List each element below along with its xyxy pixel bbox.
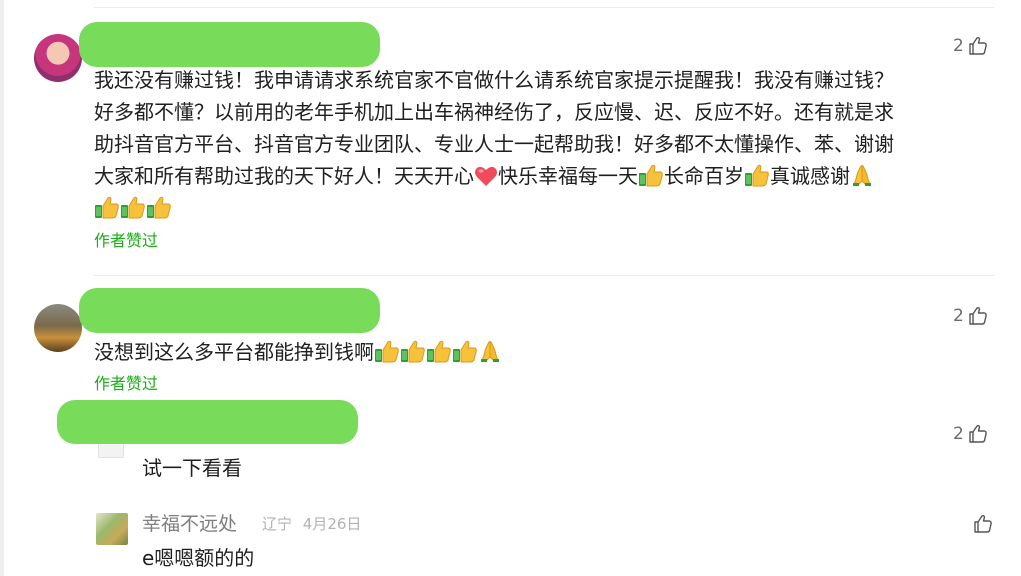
left-edge-strip [0,0,4,576]
thumbs-up-emoji-icon [400,339,426,363]
avatar[interactable] [34,304,82,352]
thumbs-up-emoji-icon [146,195,172,219]
like-control[interactable]: 2 [953,306,988,326]
username-redacted [79,22,380,67]
comment-fragment: 没想到这么多平台都能挣到钱啊 [94,340,374,364]
comment-fragment: 快乐幸福每一天 [498,164,638,188]
top-divider [94,7,994,8]
comment-line: 我还没有赚过钱！我申请请求系统官家不官做什么请系统官家提示提醒我！我没有赚过钱？ [94,68,894,92]
like-count: 2 [953,36,964,56]
reply-meta: 辽宁 4月26日 [262,514,361,534]
comment-fragment: 大家和所有帮助过我的天下好人！天天开心 [94,164,474,188]
thumbs-up-outline-icon [968,306,988,326]
thumbs-up-emoji-icon [744,163,770,187]
comment-fragment: 长命百岁 [664,164,744,188]
like-count: 2 [953,424,964,444]
reply-text: e嗯嗯额的的 [142,546,255,570]
reply-date: 4月26日 [302,515,362,533]
like-control[interactable]: 2 [953,424,988,444]
comment-fragment: 真诚感谢 [770,164,850,188]
comment-text: 我还没有赚过钱！我申请请求系统官家不官做什么请系统官家提示提醒我！我没有赚过钱？… [94,64,894,224]
praying-hands-emoji-icon [478,339,502,363]
praying-hands-emoji-icon [850,163,874,187]
avatar[interactable] [34,34,82,82]
reply-text: 试一下看看 [142,456,242,480]
username-redacted [79,288,380,333]
comment-line: 好多都不懂？以前用的老年手机加上出车祸神经伤了，反应慢、迟、反应不好。还有就是求 [94,100,894,124]
comment-line: 大家和所有帮助过我的天下好人！天天开心 快乐幸福每一天 长命百岁 真诚感谢 [94,160,894,192]
thumbs-up-outline-icon [968,424,988,444]
thumbs-up-emoji-icon [120,195,146,219]
heart-emoji-icon [474,165,498,187]
reply-username[interactable]: 幸福不远处 [142,512,237,536]
thumbs-up-emoji-icon [638,163,664,187]
comment-line: 助抖音官方平台、抖音官方专业团队、专业人士一起帮助我！好多都不太懂操作、苯、谢谢 [94,132,894,156]
like-count: 2 [953,306,964,326]
username-redacted [57,400,358,444]
comment-line [94,192,894,224]
like-control[interactable] [973,514,993,534]
author-liked-label: 作者赞过 [94,374,159,393]
like-control[interactable]: 2 [953,36,988,56]
thumbs-up-emoji-icon [374,339,400,363]
comment-divider [94,275,994,276]
author-liked-label: 作者赞过 [94,231,159,250]
thumbs-up-emoji-icon [426,339,452,363]
thumbs-up-outline-icon [968,36,988,56]
thumbs-up-emoji-icon [94,195,120,219]
reply-location: 辽宁 [262,515,293,533]
comment-text: 没想到这么多平台都能挣到钱啊 [94,336,502,368]
thumbs-up-outline-icon [973,514,993,534]
thumbs-up-emoji-icon [452,339,478,363]
avatar[interactable] [96,513,128,545]
